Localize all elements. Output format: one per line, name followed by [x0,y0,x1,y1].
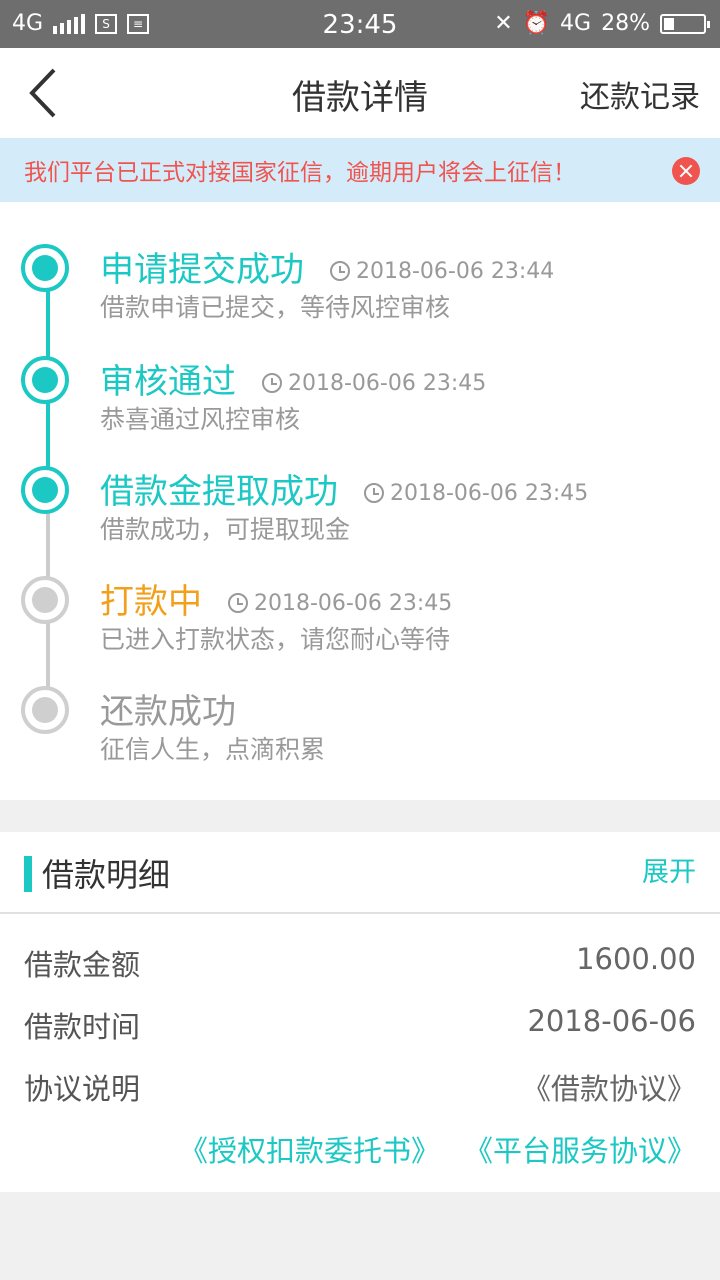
status-right: ✕ ⏰ 4G 28% [494,11,710,36]
clock-icon [364,483,384,503]
step-title: 借款金提取成功 [100,472,338,512]
step-node-done [21,244,69,292]
nav-bar: 借款详情 还款记录 [0,48,720,138]
chevron-left-icon [29,68,56,118]
step-title: 审核通过 [100,362,236,402]
loan-amount-value: 1600.00 [576,942,696,976]
mute-icon: ✕ [494,11,513,36]
step-time: 2018-06-06 23:45 [390,480,589,506]
clock-icon [330,261,350,281]
step-title: 申请提交成功 [100,250,304,290]
loan-amount-row: 借款金额 1600.00 [24,934,696,984]
step-time: 2018-06-06 23:45 [254,590,453,616]
clock-icon [262,373,282,393]
step-time: 2018-06-06 23:45 [288,370,487,396]
clock-icon [228,593,248,613]
step-node-pending [21,576,69,624]
authorization-agreement-link[interactable]: 《授权扣款委托书》 [179,1128,440,1170]
network-type-right: 4G [560,11,592,36]
agreement-label: 协议说明 [24,1072,141,1106]
step-desc: 恭喜通过风控审核 [100,405,301,434]
agreement-links-row: 《授权扣款委托书》 《平台服务协议》 [24,1120,696,1170]
close-icon[interactable] [672,157,700,185]
step-node-done [21,466,69,514]
back-button[interactable] [20,66,74,120]
loan-amount-label: 借款金额 [24,948,141,982]
service-agreement-link[interactable]: 《平台服务协议》 [464,1128,696,1170]
loan-agreement-link[interactable]: 《借款协议》 [522,1066,696,1108]
loan-time-row: 借款时间 2018-06-06 [24,996,696,1046]
step-desc: 已进入打款状态，请您耐心等待 [100,625,451,654]
step-desc: 借款申请已提交，等待风控审核 [100,293,451,322]
loan-time-label: 借款时间 [24,1010,141,1044]
expand-button[interactable]: 展开 [642,850,696,889]
battery-percent: 28% [601,11,650,36]
battery-icon [660,13,710,34]
agreement-row: 协议说明 《借款协议》 [24,1058,696,1108]
step-title: 还款成功 [100,692,236,732]
loan-details-header: 借款明细 展开 [0,832,720,914]
loan-details-card: 借款明细 展开 借款金额 1600.00 借款时间 2018-06-06 协议说… [0,832,720,1192]
step-node-pending [21,686,69,734]
step-desc: 借款成功，可提取现金 [100,515,351,544]
loan-time-value: 2018-06-06 [527,1004,696,1038]
section-accent-bar [24,856,32,892]
notice-banner: 我们平台已正式对接国家征信，逾期用户将会上征信！ [0,138,720,202]
step-desc: 征信人生，点滴积累 [100,735,326,764]
section-title: 借款明细 [42,856,171,894]
step-time: 2018-06-06 23:44 [356,258,555,284]
progress-timeline: 申请提交成功 2018-06-06 23:44 借款申请已提交，等待风控审核 审… [0,202,720,800]
step-title: 打款中 [100,582,202,622]
step-node-done [21,356,69,404]
alarm-icon: ⏰ [522,11,551,36]
repayment-records-link[interactable]: 还款记录 [580,72,700,116]
notice-text: 我们平台已正式对接国家征信，逾期用户将会上征信！ [24,160,576,186]
status-bar: 4G S ≡ 23:45 ✕ ⏰ 4G 28% [0,0,720,48]
